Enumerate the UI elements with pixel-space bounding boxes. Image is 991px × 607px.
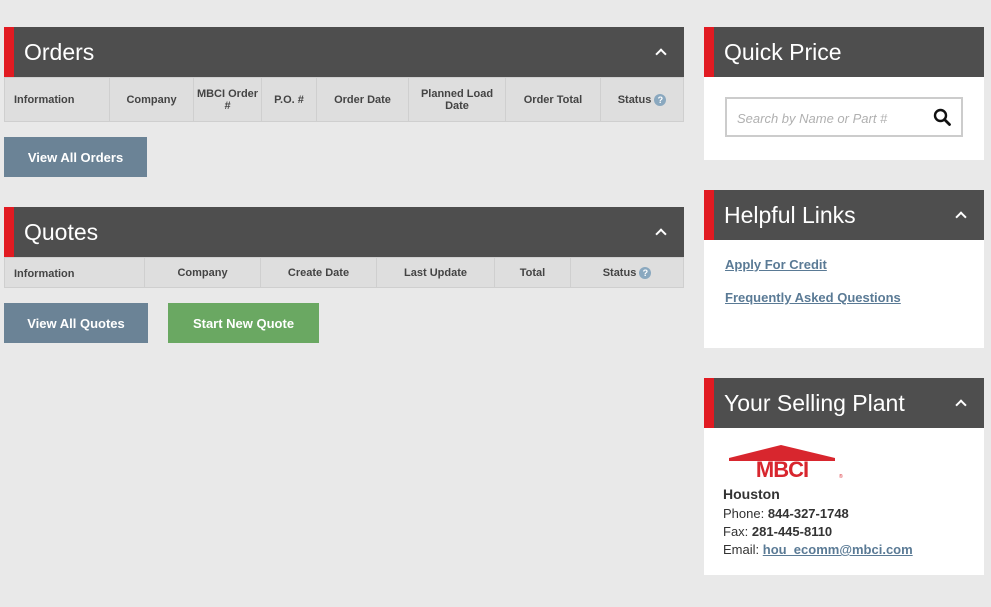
orders-table-header: Information Company MBCI Order # P.O. # … (4, 77, 684, 122)
orders-col-information: Information (5, 78, 110, 121)
chevron-up-icon[interactable] (955, 211, 967, 223)
orders-header: Orders (4, 27, 684, 77)
chevron-up-icon[interactable] (655, 228, 667, 240)
orders-col-po: P.O. # (262, 78, 317, 121)
quotes-col-total: Total (495, 258, 571, 287)
apply-for-credit-link[interactable]: Apply For Credit (725, 257, 827, 272)
chevron-up-icon[interactable] (955, 399, 967, 411)
orders-col-planned-load-date: Planned Load Date (409, 78, 506, 121)
plant-email-row: Email: hou_ecomm@mbci.com (723, 542, 913, 557)
quick-price-title: Quick Price (724, 39, 842, 65)
quotes-col-create-date: Create Date (261, 258, 377, 287)
fax-value: 281-445-8110 (751, 524, 833, 539)
search-icon[interactable] (933, 108, 951, 126)
quotes-col-company: Company (145, 258, 261, 287)
quotes-col-last-update: Last Update (377, 258, 495, 287)
mbci-logo-text: MBCI (756, 457, 808, 480)
helpful-links-title: Helpful Links (724, 202, 856, 228)
orders-status-label: Status (617, 93, 652, 106)
svg-text:®: ® (839, 473, 843, 480)
mbci-logo: MBCI ® (729, 445, 843, 480)
quotes-header: Quotes (4, 207, 684, 257)
email-link[interactable]: hou_ecomm@mbci.com (763, 542, 913, 557)
start-new-quote-button[interactable]: Start New Quote (168, 303, 319, 343)
quick-price-search (725, 97, 963, 137)
selling-plant-header: Your Selling Plant (704, 378, 984, 428)
quick-price-search-input[interactable] (737, 108, 922, 128)
chevron-up-icon[interactable] (655, 48, 667, 60)
quick-price-card (704, 77, 984, 160)
faq-link[interactable]: Frequently Asked Questions (725, 290, 901, 305)
plant-phone-row: Phone: 844-327-1748 (723, 506, 849, 521)
orders-col-company: Company (110, 78, 194, 121)
quotes-col-status: Status ? (571, 258, 683, 287)
orders-col-order-total: Order Total (506, 78, 601, 121)
quotes-col-information: Information (5, 258, 145, 287)
orders-col-mbci-order: MBCI Order # (194, 78, 262, 121)
question-icon[interactable]: ? (654, 93, 667, 106)
quotes-table-header: Information Company Create Date Last Upd… (4, 257, 684, 288)
fax-label: Fax: (723, 524, 749, 539)
question-icon[interactable]: ? (639, 266, 652, 279)
orders-col-order-date: Order Date (317, 78, 409, 121)
plant-fax-row: Fax: 281-445-8110 (723, 524, 832, 539)
quotes-status-label: Status (602, 266, 637, 279)
phone-value: 844-327-1748 (767, 506, 849, 521)
view-all-orders-button[interactable]: View All Orders (4, 137, 147, 177)
orders-title: Orders (24, 39, 95, 65)
phone-label: Phone: (723, 506, 765, 521)
plant-city: Houston (723, 486, 780, 502)
view-all-quotes-button[interactable]: View All Quotes (4, 303, 148, 343)
quotes-title: Quotes (24, 219, 99, 245)
helpful-links-card: Apply For Credit Frequently Asked Questi… (704, 240, 984, 348)
orders-col-status: Status ? (601, 78, 683, 121)
email-label: Email: (723, 542, 760, 557)
quick-price-header: Quick Price (704, 27, 984, 77)
selling-plant-card: MBCI ® Houston Phone: 844-327-1748 Fax: … (704, 428, 984, 575)
helpful-links-header: Helpful Links (704, 190, 984, 240)
selling-plant-title: Your Selling Plant (724, 390, 905, 416)
